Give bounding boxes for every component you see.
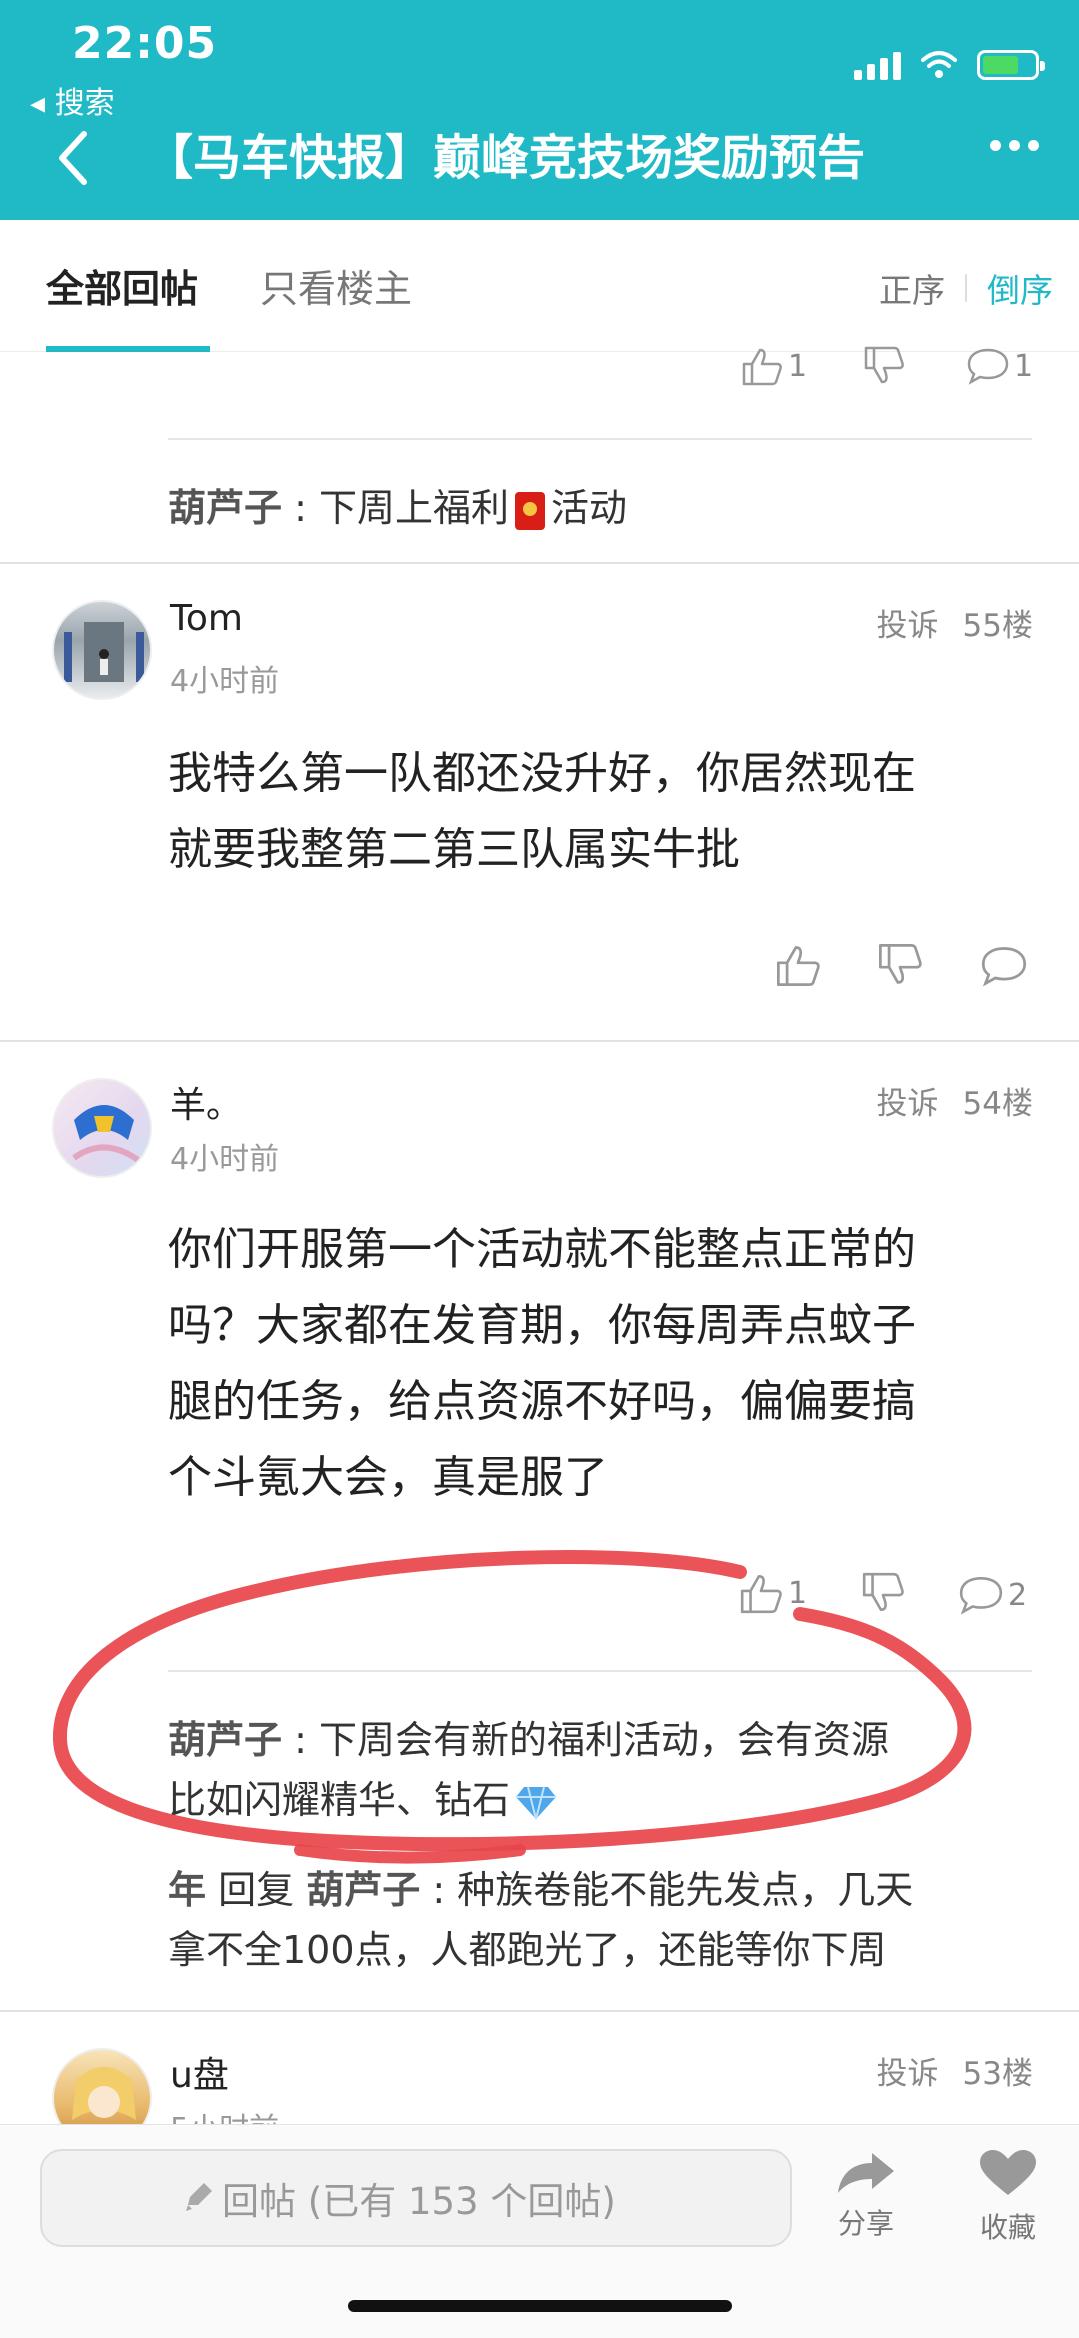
floor-number: 53楼 [962,2056,1033,2092]
wifi-icon [921,51,957,78]
thumbs-down-icon [864,346,904,384]
content-line: 我特么第一队都还没升好，你居然现在 [168,748,916,799]
thumbs-up-icon [777,946,820,986]
post-meta: 投诉 53楼 [877,2048,1033,2093]
like-count: 1 [788,1575,808,1611]
thumbs-up-icon [740,1574,782,1614]
dislike-button[interactable] [860,1572,906,1614]
report-button[interactable]: 投诉 [877,1078,939,1123]
thumbs-down-icon [862,1572,904,1612]
reply-divider [168,1670,1032,1672]
sort-order: 正序 倒序 [879,264,1053,312]
reply-divider [168,438,1032,440]
avatar[interactable] [52,1078,152,1178]
active-tab-indicator [46,346,210,352]
comment-button[interactable]: 1 [966,346,1033,386]
comment-count: 2 [1008,1577,1028,1613]
post-separator [0,2010,1079,2012]
share-icon [838,2153,894,2193]
like-count: 1 [788,348,808,384]
post-time: 4小时前 [170,664,280,699]
reply-input[interactable]: 回帖 (已有 153 个回帖) [40,2149,792,2247]
reply-text: 拿不全100点，人都跑光了，还能等你下周 [168,1928,887,1972]
comment-icon [959,1576,1003,1615]
back-arrow-icon[interactable] [52,128,96,188]
reply-text-tail: 活动 [551,486,628,530]
favorite-button[interactable]: 收藏 [968,2149,1048,2246]
reply-text: 比如闪耀精华、钻石 [168,1778,511,1822]
diamond-icon [516,1786,557,1819]
share-label: 分享 [837,2207,894,2240]
username[interactable]: Tom [170,598,243,639]
thumbs-up-icon [742,348,782,386]
thumbs-down-icon [879,943,922,984]
back-to-search-link[interactable]: ◂ 搜索 [30,78,115,122]
status-time: 22:05 [72,18,218,69]
post-time: 4小时前 [170,1142,280,1177]
reply-comment[interactable]: 葫芦子 : 下周上福利 活动 [168,478,1028,538]
like-button[interactable] [774,942,822,988]
floor-number: 54楼 [962,1086,1033,1122]
content-line: 腿的任务，给点资源不好吗，偏偏要搞 [168,1376,916,1427]
post-content: 你们开服第一个活动就不能整点正常的 吗？大家都在发育期，你每周弄点蚊子 腿的任务… [168,1212,1028,1516]
floor-number: 55楼 [962,608,1033,644]
comment-icon [967,348,1009,385]
report-button[interactable]: 投诉 [877,600,939,645]
reply-text: 下周上福利 [318,486,509,530]
home-indicator [348,2300,732,2312]
more-options-icon[interactable] [990,140,1039,151]
reply-word: 回复 [218,1868,295,1912]
dislike-button[interactable] [876,942,924,988]
comment-icon [981,947,1027,987]
content-line: 吗？大家都在发育期，你每周弄点蚊子 [168,1300,916,1351]
status-icons [854,48,1045,80]
sort-asc-button[interactable]: 正序 [879,264,945,312]
share-button[interactable]: 分享 [826,2149,906,2242]
avatar[interactable] [52,600,152,700]
username[interactable]: u盘 [170,2046,229,2098]
comment-button[interactable] [980,944,1028,988]
post-meta: 投诉 55楼 [877,600,1033,645]
reply-placeholder: 回帖 (已有 153 个回帖) [222,2180,616,2223]
red-packet-icon [515,491,545,530]
reply-comment[interactable]: 葫芦子 : 下周会有新的福利活动，会有资源 比如闪耀精华、钻石 [168,1710,1028,1830]
dislike-button[interactable] [862,346,906,386]
post-meta: 投诉 54楼 [877,1078,1033,1123]
content-line: 你们开服第一个活动就不能整点正常的 [168,1224,916,1275]
reply-author: 年 [168,1868,207,1912]
reply-comment[interactable]: 年 回复 葫芦子 : 种族卷能不能先发点，几天 拿不全100点，人都跑光了，还能… [168,1860,1028,1980]
tab-all-replies[interactable]: 全部回帖 [46,258,198,313]
comment-button[interactable]: 2 [958,1574,1027,1616]
post-separator [0,562,1079,564]
app-header: 22:05 ◂ 搜索 【马车快报】巅峰竞技场奖励预告 [0,0,1079,220]
reply-text: 种族卷能不能先发点，几天 [457,1868,914,1912]
signal-icon [854,50,901,80]
username[interactable]: 羊。 [170,1076,242,1128]
sort-desc-button[interactable]: 倒序 [987,264,1053,312]
thread-tabs: 全部回帖 只看楼主 正序 倒序 [0,220,1079,352]
pencil-icon [186,2183,212,2211]
battery-icon [977,50,1045,80]
report-button[interactable]: 投诉 [877,2048,939,2093]
reply-text: 下周会有新的福利活动，会有资源 [318,1718,889,1762]
comment-count: 1 [1014,348,1034,384]
content-line: 就要我整第二第三队属实牛批 [168,824,740,875]
heart-icon [980,2150,1036,2195]
reply-target: 葫芦子 [306,1868,421,1912]
like-button[interactable]: 1 [740,346,807,386]
content-line: 个斗氪大会，真是服了 [168,1452,608,1503]
like-button[interactable]: 1 [738,1572,807,1614]
post-separator [0,1040,1079,1042]
sort-separator [965,274,967,302]
reply-author: 葫芦子 [168,486,283,530]
favorite-label: 收藏 [979,2211,1036,2244]
page-title: 【马车快报】巅峰竞技场奖励预告 [145,130,866,186]
reply-author: 葫芦子 [168,1718,283,1762]
post-content: 我特么第一队都还没升好，你居然现在 就要我整第二第三队属实牛批 [168,736,1028,888]
tab-owner-only[interactable]: 只看楼主 [260,258,412,313]
